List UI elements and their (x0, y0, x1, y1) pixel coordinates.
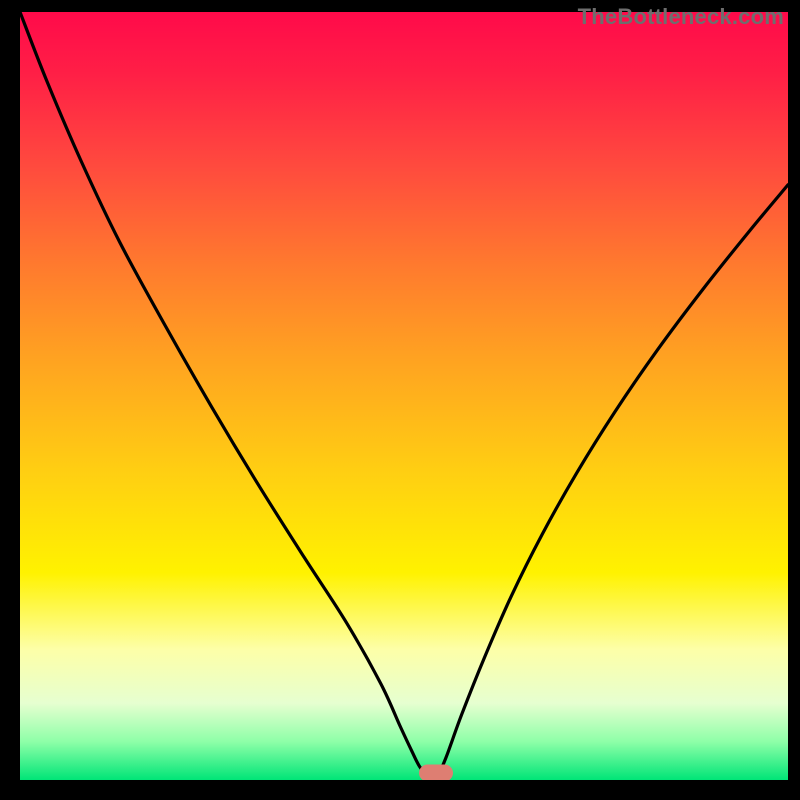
chart-frame: TheBottleneck.com (0, 0, 800, 800)
watermark-credit: TheBottleneck.com (578, 4, 784, 30)
plot-area (20, 12, 788, 780)
curve-left-branch (20, 12, 436, 780)
optimum-marker (419, 765, 453, 781)
bottleneck-curve (20, 12, 788, 780)
curve-right-branch (436, 185, 788, 780)
